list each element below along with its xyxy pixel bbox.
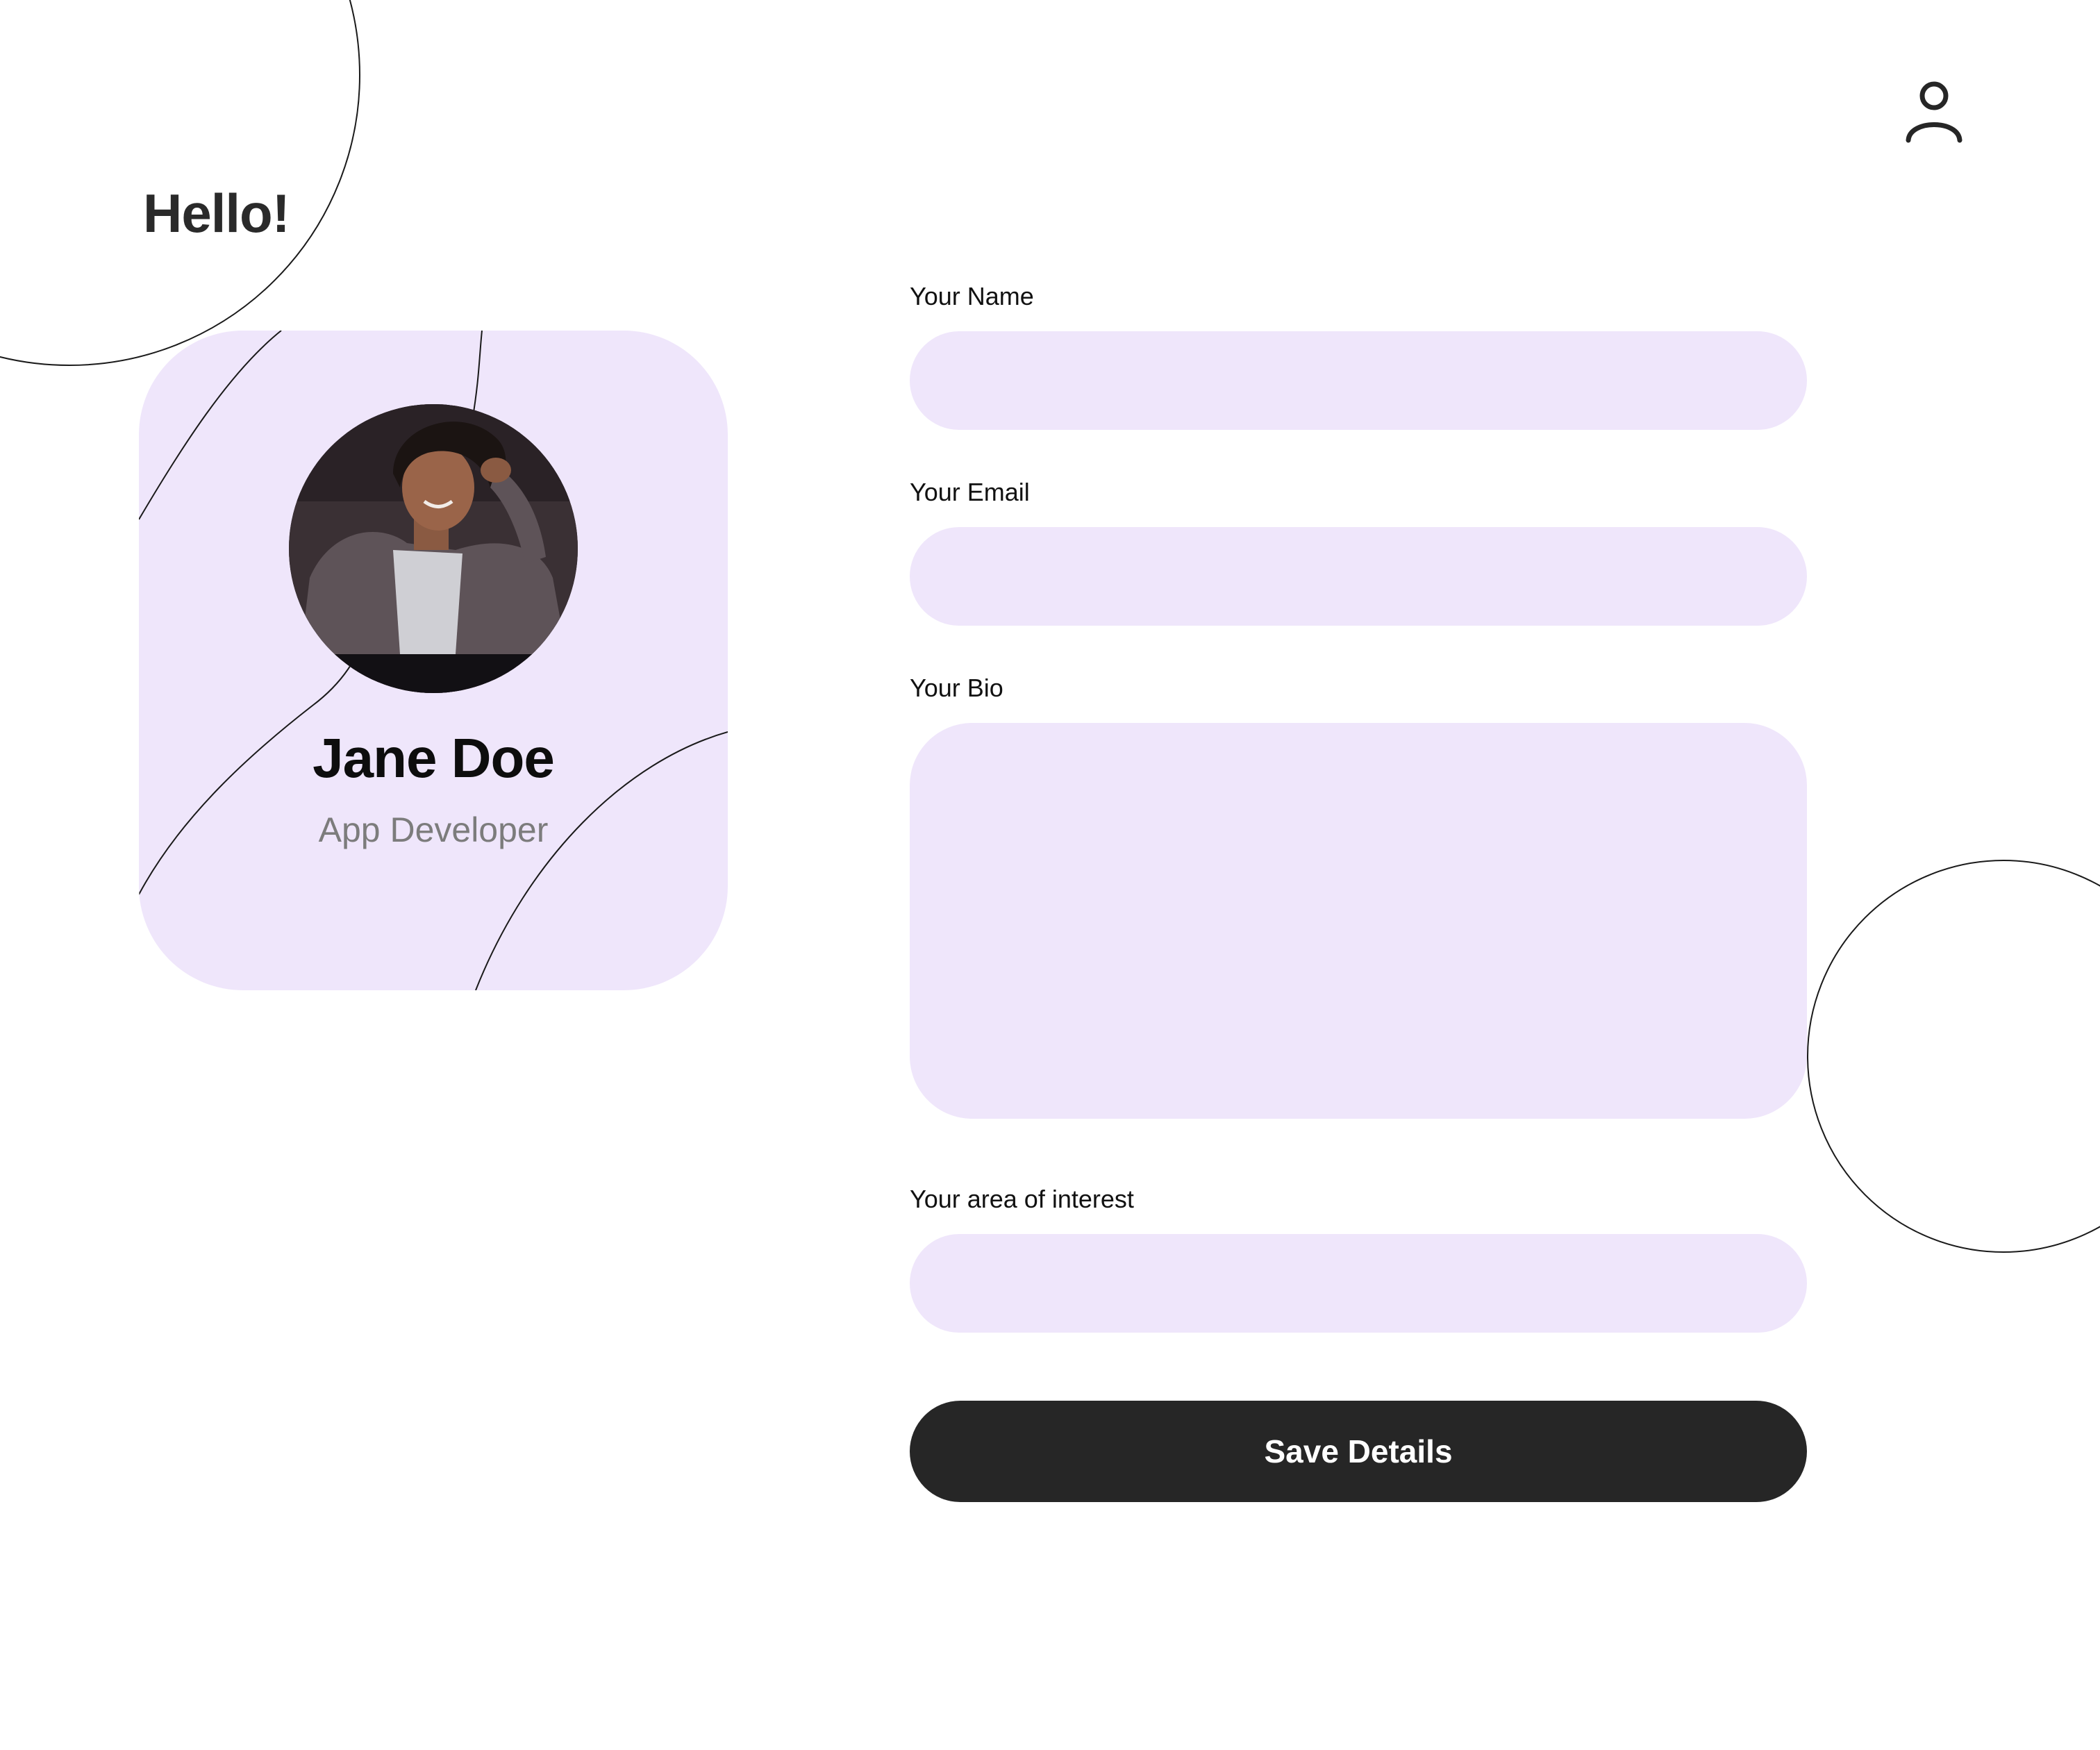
user-profile-button[interactable] xyxy=(1903,76,1965,146)
name-field[interactable] xyxy=(910,331,1807,430)
name-label: Your Name xyxy=(910,282,1034,310)
avatar-photo xyxy=(289,404,578,693)
bio-label: Your Bio xyxy=(910,674,1003,702)
user-icon xyxy=(1906,81,1962,143)
email-field[interactable] xyxy=(910,527,1807,626)
greeting-heading: Hello! xyxy=(143,183,290,244)
profile-card: Jane Doe App Developer xyxy=(139,331,728,990)
interest-label: Your area of interest xyxy=(910,1185,1134,1213)
bio-field[interactable] xyxy=(910,723,1807,1119)
interest-field[interactable] xyxy=(910,1234,1807,1333)
save-details-button[interactable]: Save Details xyxy=(910,1401,1807,1502)
profile-avatar xyxy=(289,404,578,693)
email-label: Your Email xyxy=(910,478,1030,506)
page: Hello! Jane Doe App Developer Your Name … xyxy=(0,0,2100,1750)
profile-name: Jane Doe xyxy=(312,727,555,789)
profile-role: App Developer xyxy=(318,810,549,849)
